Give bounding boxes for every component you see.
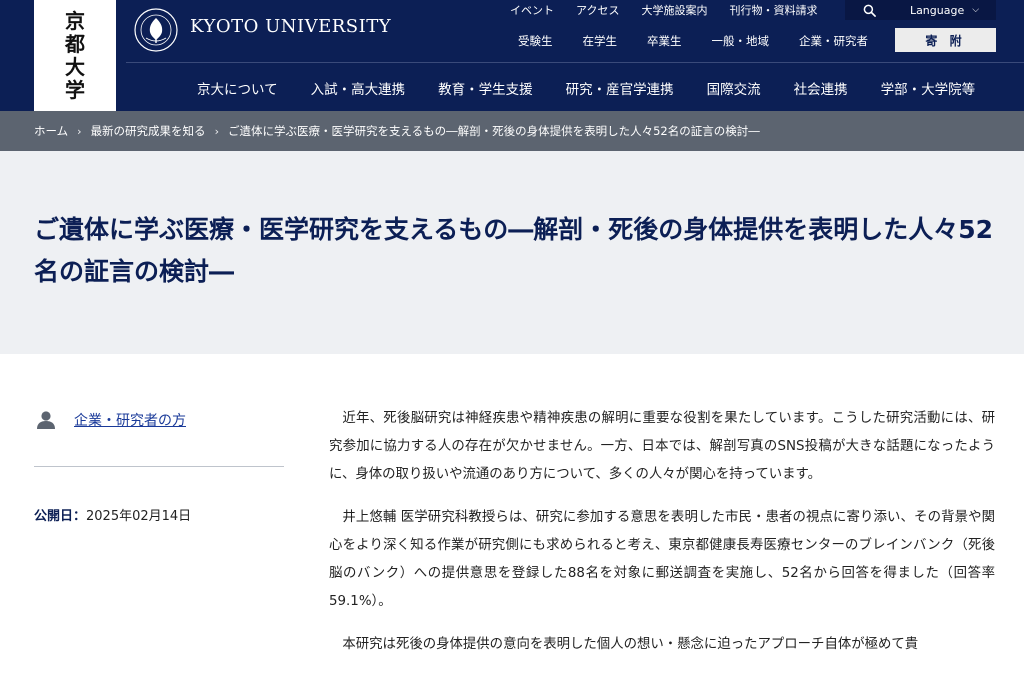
breadcrumb-research-results[interactable]: 最新の研究成果を知る [91, 123, 206, 139]
main-nav: 京大について 入試・高大連携 教育・学生支援 研究・産官学連携 国際交流 社会連… [197, 78, 975, 98]
article-paragraph: 近年、死後脳研究は神経疾患や精神疾患の解明に重要な役割を果たしています。こうした… [329, 411, 995, 482]
chevron-right-icon: › [77, 124, 82, 138]
university-emblem-icon[interactable] [134, 8, 178, 52]
main-nav-faculties[interactable]: 学部・大学院等 [881, 78, 976, 98]
article-body: 近年、死後脳研究は神経疾患や精神疾患の解明に重要な役割を果たしています。こうした… [329, 405, 995, 674]
language-selector[interactable]: Language ⌵ [893, 0, 996, 20]
logo-char: 京 [65, 9, 85, 33]
audience-nav: 受験生 在学生 卒業生 一般・地域 企業・研究者 [518, 32, 898, 50]
logo-char: 大 [65, 55, 85, 79]
sidebar-divider [34, 466, 284, 467]
title-band: ご遺体に学ぶ医療・医学研究を支えるもの―解剖・死後の身体提供を表明した人々52名… [0, 151, 1024, 354]
chevron-right-icon: › [214, 124, 219, 138]
audience-tag-link[interactable]: 企業・研究者の方 [74, 410, 186, 430]
page-title: ご遺体に学ぶ医療・医学研究を支えるもの―解剖・死後の身体提供を表明した人々52名… [34, 215, 994, 286]
article-paragraph: 井上悠輔 医学研究科教授らは、研究に参加する意思を表明した市民・患者の視点に寄り… [329, 510, 995, 609]
main-nav-admissions[interactable]: 入試・高大連携 [311, 78, 406, 98]
logo-char: 都 [65, 32, 85, 56]
audience-link-public[interactable]: 一般・地域 [712, 33, 770, 49]
published-date-value: 2025年02月14日 [86, 509, 192, 524]
search-button[interactable] [845, 0, 893, 20]
audience-tag: 企業・研究者の方 [36, 410, 186, 430]
person-icon [37, 411, 55, 429]
published-date: 公開日：2025年02月14日 [34, 505, 191, 524]
utility-link-publications[interactable]: 刊行物・資料請求 [729, 2, 817, 18]
language-label: Language [909, 3, 965, 17]
search-icon [863, 4, 876, 17]
kyoto-university-logo[interactable]: 京 都 大 学 [34, 0, 116, 111]
donate-button[interactable]: 寄 附 [895, 28, 996, 52]
breadcrumb: ホーム › 最新の研究成果を知る › ご遺体に学ぶ医療・医学研究を支えるもの―解… [0, 111, 1024, 151]
breadcrumb-current: ご遺体に学ぶ医療・医学研究を支えるもの―解剖・死後の身体提供を表明した人々52名… [227, 124, 760, 138]
utility-link-access[interactable]: アクセス [576, 2, 619, 18]
audience-link-alumni[interactable]: 卒業生 [647, 33, 682, 49]
main-nav-education[interactable]: 教育・学生支援 [438, 78, 533, 98]
main-nav-community[interactable]: 社会連携 [794, 78, 848, 98]
header-divider [126, 62, 1024, 63]
main-nav-research[interactable]: 研究・産官学連携 [566, 78, 674, 98]
audience-link-applicants[interactable]: 受験生 [518, 33, 553, 49]
published-label: 公開日： [34, 509, 87, 524]
main-nav-about[interactable]: 京大について [197, 78, 278, 98]
main-nav-international[interactable]: 国際交流 [707, 78, 761, 98]
site-header: 京 都 大 学 KYOTO UNIVERSITY イベント アクセス 大学施設案… [0, 0, 1024, 111]
audience-link-students[interactable]: 在学生 [583, 33, 618, 49]
utility-link-facilities[interactable]: 大学施設案内 [641, 2, 707, 18]
logo-char: 学 [65, 78, 85, 102]
audience-link-business[interactable]: 企業・研究者 [799, 33, 868, 49]
breadcrumb-home[interactable]: ホーム [34, 123, 68, 139]
utility-nav: イベント アクセス 大学施設案内 刊行物・資料請求 [510, 0, 839, 20]
university-name[interactable]: KYOTO UNIVERSITY [190, 16, 391, 37]
chevron-down-icon: ⌵ [972, 5, 980, 15]
utility-link-events[interactable]: イベント [510, 2, 554, 18]
article-paragraph: 本研究は死後の身体提供の意向を表明した個人の想い・懸念に迫ったアプローチ自体が極… [342, 637, 919, 652]
